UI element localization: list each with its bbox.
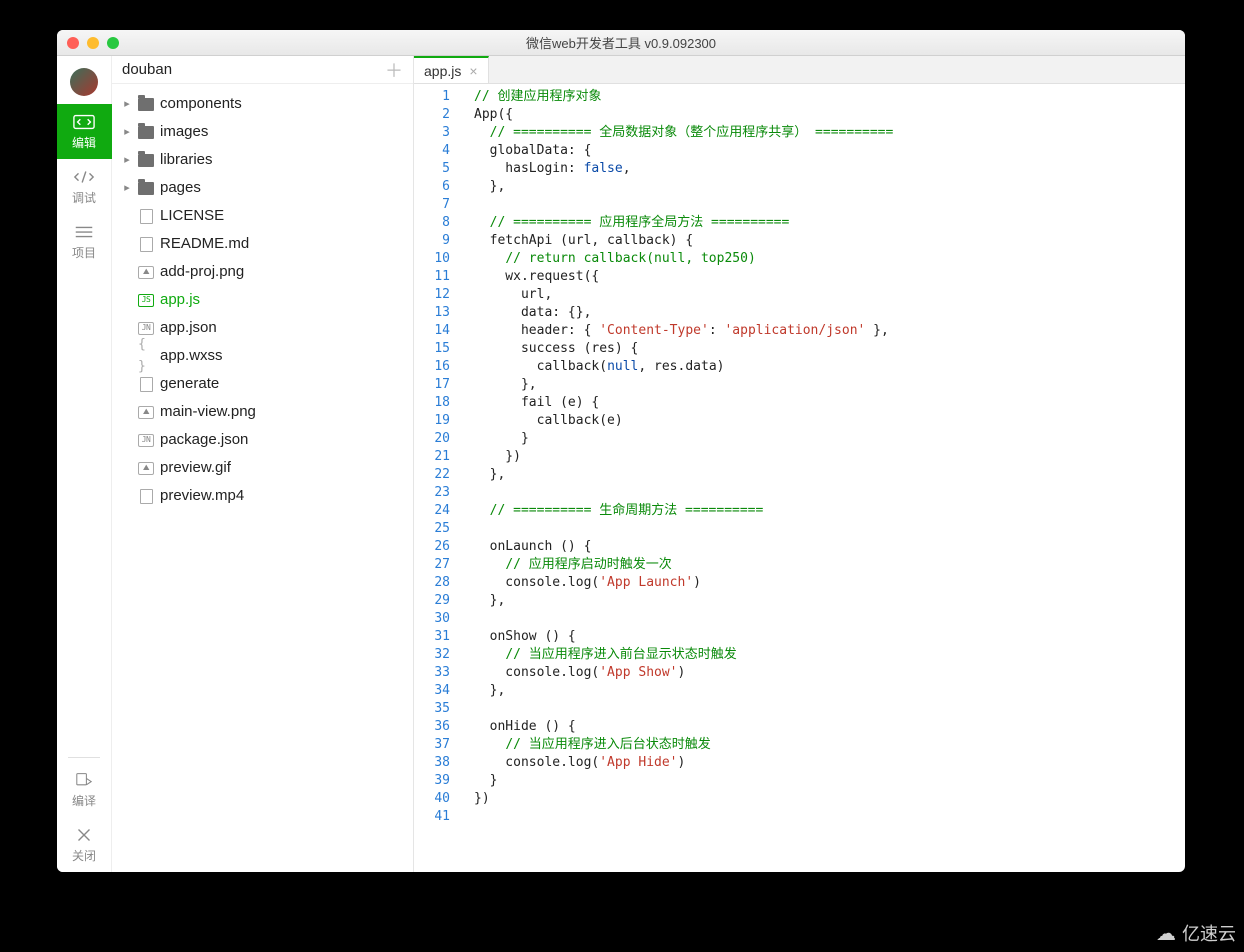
file-name-label: app.json	[160, 317, 217, 339]
file-name-label: generate	[160, 373, 219, 395]
file-row[interactable]: README.md	[112, 230, 413, 258]
rail-divider	[68, 757, 100, 758]
rail-compile[interactable]: 编译	[57, 762, 112, 817]
disclosure-arrow-icon: ▸	[122, 149, 132, 171]
file-row[interactable]: generate	[112, 370, 413, 398]
tab-bar: app.js ×	[414, 56, 1185, 84]
folder-row[interactable]: ▸ libraries	[112, 146, 413, 174]
rail-close[interactable]: 关闭	[57, 817, 112, 872]
folder-icon	[138, 152, 154, 168]
folder-row[interactable]: ▸ images	[112, 118, 413, 146]
image-icon: ⛰	[138, 264, 154, 280]
file-name-label: main-view.png	[160, 401, 256, 423]
file-icon	[138, 208, 154, 224]
file-name-label: preview.gif	[160, 457, 231, 479]
folder-row[interactable]: ▸ components	[112, 90, 413, 118]
disclosure-arrow-icon: ▸	[122, 177, 132, 199]
tab-label: app.js	[424, 63, 461, 79]
rail-edit-label: 编辑	[72, 136, 96, 150]
file-icon	[138, 488, 154, 504]
file-row[interactable]: ⛰ preview.gif	[112, 454, 413, 482]
file-row[interactable]: preview.mp4	[112, 482, 413, 510]
json-icon: JN	[138, 432, 154, 448]
cloud-icon: ☁	[1156, 921, 1176, 946]
js-icon: JS	[138, 292, 154, 308]
file-row[interactable]: JNapp.json	[112, 314, 413, 342]
close-icon	[73, 827, 95, 843]
file-name-label: README.md	[160, 233, 249, 255]
file-name-label: pages	[160, 177, 201, 199]
file-name-label: libraries	[160, 149, 213, 171]
file-row[interactable]: LICENSE	[112, 202, 413, 230]
avatar[interactable]	[70, 68, 98, 96]
folder-icon	[138, 180, 154, 196]
file-icon	[138, 376, 154, 392]
file-name-label: add-proj.png	[160, 261, 244, 283]
rail-compile-label: 编译	[72, 794, 96, 808]
titlebar: 微信web开发者工具 v0.9.092300	[57, 30, 1185, 56]
watermark-text: 亿速云	[1182, 920, 1236, 946]
file-row[interactable]: ⛰ main-view.png	[112, 398, 413, 426]
file-explorer: douban ＋ ▸ components ▸ images ▸ libraries ▸ pa…	[112, 56, 414, 872]
folder-icon	[138, 96, 154, 112]
image-icon: ⛰	[138, 460, 154, 476]
rail-close-label: 关闭	[72, 849, 96, 863]
folder-icon	[138, 124, 154, 140]
disclosure-arrow-icon: ▸	[122, 93, 132, 115]
file-name-label: app.js	[160, 289, 200, 311]
folder-row[interactable]: ▸ pages	[112, 174, 413, 202]
file-icon	[138, 236, 154, 252]
tab-app-js[interactable]: app.js ×	[414, 56, 489, 83]
code-content[interactable]: // 创建应用程序对象App({ // ========== 全局数据对象（整个…	[458, 84, 893, 872]
file-name-label: app.wxss	[160, 345, 223, 367]
disclosure-arrow-icon: ▸	[122, 121, 132, 143]
rail-project[interactable]: 项目	[57, 214, 112, 269]
window-title: 微信web开发者工具 v0.9.092300	[57, 33, 1185, 52]
rail-project-label: 项目	[72, 246, 96, 260]
code-editor[interactable]: 1234567891011121314151617181920212223242…	[414, 84, 1185, 872]
file-row[interactable]: { } app.wxss	[112, 342, 413, 370]
rail-debug-label: 调试	[72, 191, 96, 205]
tab-close-button[interactable]: ×	[469, 63, 477, 79]
activity-bar: 编辑 调试 项目 编译 关闭	[57, 56, 112, 872]
compile-icon	[73, 772, 95, 788]
app-window: 微信web开发者工具 v0.9.092300 编辑 调试 项目 编译	[57, 30, 1185, 872]
line-gutter: 1234567891011121314151617181920212223242…	[414, 84, 458, 872]
menu-icon	[73, 224, 95, 240]
file-name-label: images	[160, 121, 208, 143]
file-name-label: preview.mp4	[160, 485, 244, 507]
debug-icon	[73, 169, 95, 185]
editor-panel: app.js × 1234567891011121314151617181920…	[414, 56, 1185, 872]
file-row[interactable]: ⛰ add-proj.png	[112, 258, 413, 286]
file-name-label: LICENSE	[160, 205, 224, 227]
file-name-label: package.json	[160, 429, 248, 451]
code-icon	[73, 114, 95, 130]
image-icon: ⛰	[138, 404, 154, 420]
rail-debug[interactable]: 调试	[57, 159, 112, 214]
wxss-icon: { }	[138, 348, 154, 364]
watermark: ☁ 亿速云	[1156, 920, 1236, 946]
file-tree: ▸ components ▸ images ▸ libraries ▸ pages LICENS…	[112, 84, 413, 872]
project-header: douban ＋	[112, 56, 413, 84]
add-project-button[interactable]: ＋	[385, 57, 403, 83]
file-name-label: components	[160, 93, 242, 115]
rail-edit[interactable]: 编辑	[57, 104, 112, 159]
project-name: douban	[122, 61, 172, 78]
file-row[interactable]: JN package.json	[112, 426, 413, 454]
file-row[interactable]: JS app.js	[112, 286, 413, 314]
